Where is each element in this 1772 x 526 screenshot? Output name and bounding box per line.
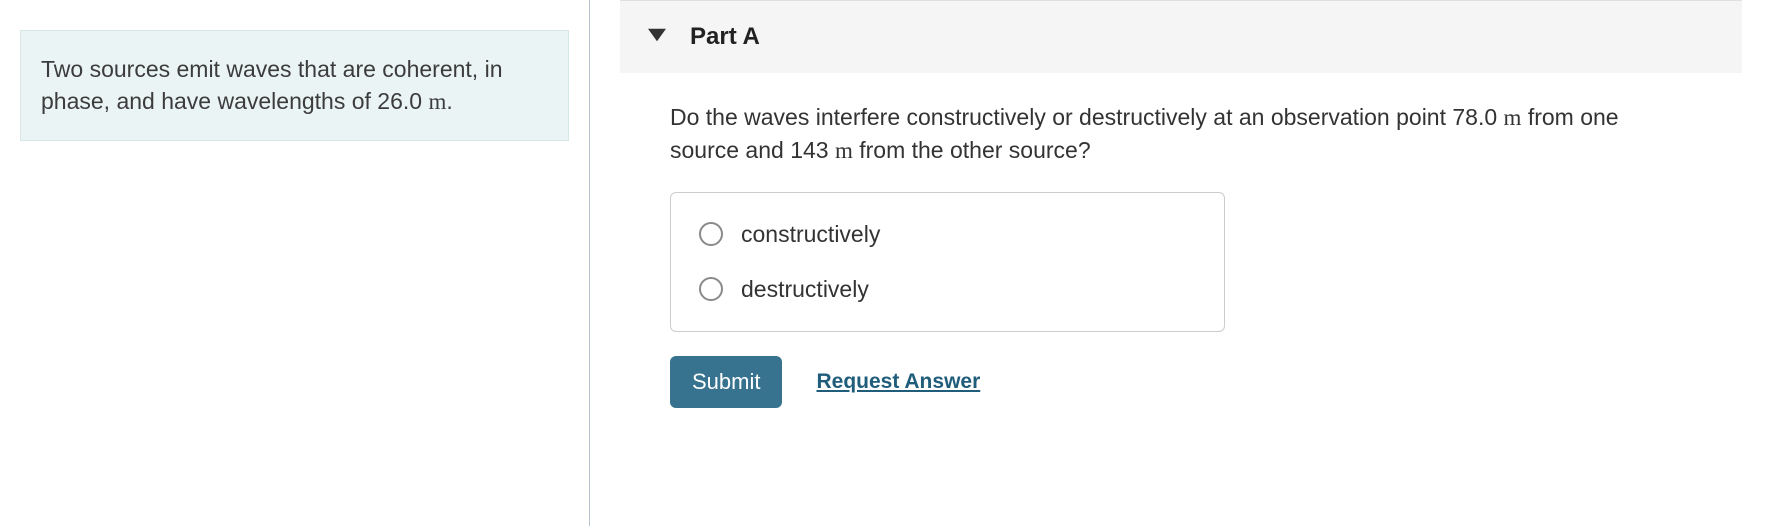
q-unit-2: m: [835, 138, 853, 163]
answer-options: constructively destructively: [670, 192, 1225, 332]
part-title: Part A: [690, 23, 760, 51]
option-label: constructively: [741, 221, 880, 248]
q-seg-c: from the other source?: [853, 137, 1091, 163]
radio-icon: [699, 277, 723, 301]
right-panel: Part A Do the waves interfere constructi…: [590, 0, 1772, 526]
problem-statement: Two sources emit waves that are coherent…: [20, 30, 569, 141]
chevron-down-icon: [648, 28, 666, 47]
option-constructively[interactable]: constructively: [671, 207, 1224, 262]
q-seg-a: Do the waves interfere constructively or…: [670, 104, 1504, 130]
submit-button[interactable]: Submit: [670, 356, 782, 408]
action-row: Submit Request Answer: [670, 356, 1692, 408]
question-body: Do the waves interfere constructively or…: [620, 101, 1742, 408]
part-header[interactable]: Part A: [620, 0, 1742, 73]
prompt-unit: m: [428, 89, 446, 114]
request-answer-link[interactable]: Request Answer: [816, 370, 980, 394]
option-label: destructively: [741, 276, 869, 303]
question-text: Do the waves interfere constructively or…: [670, 101, 1692, 168]
q-unit-1: m: [1504, 105, 1522, 130]
option-destructively[interactable]: destructively: [671, 262, 1224, 317]
prompt-suffix: .: [446, 88, 452, 114]
left-panel: Two sources emit waves that are coherent…: [0, 0, 590, 526]
question-layout: Two sources emit waves that are coherent…: [0, 0, 1772, 526]
radio-icon: [699, 222, 723, 246]
